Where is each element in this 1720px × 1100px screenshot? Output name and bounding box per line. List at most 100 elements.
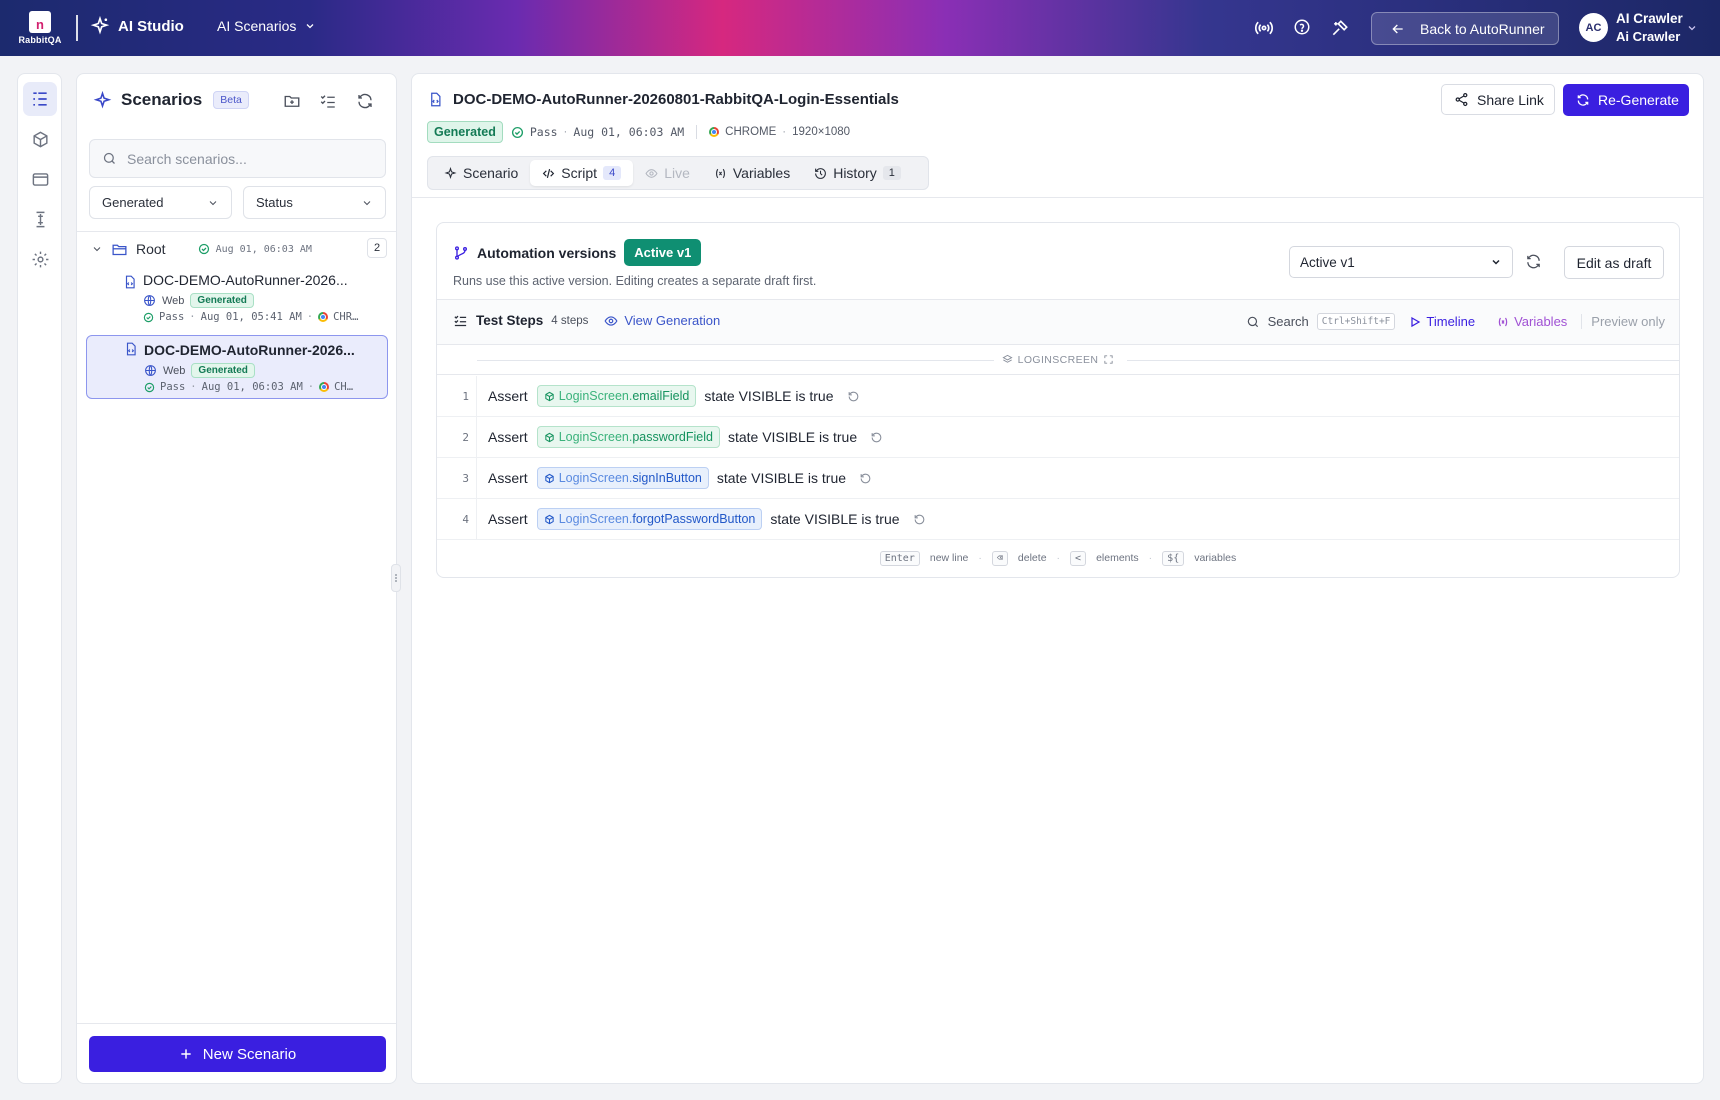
- divider: [76, 15, 78, 41]
- chevron-down-icon[interactable]: [1686, 22, 1698, 34]
- browser-label: CH…: [334, 381, 354, 393]
- chevron-down-icon: [304, 20, 316, 32]
- tab-variables[interactable]: Variables: [702, 160, 802, 186]
- chevron-down-icon[interactable]: [91, 243, 103, 255]
- separator-dot: ·: [1056, 552, 1061, 564]
- share-link-label: Share Link: [1477, 91, 1544, 108]
- step-action: Assert: [488, 388, 528, 404]
- test-step-row[interactable]: 4 Assert LoginScreen.forgotPasswordButto…: [437, 499, 1679, 540]
- tab-script[interactable]: Script 4: [530, 160, 634, 186]
- separator-dot: ·: [306, 311, 314, 323]
- step-number: 1: [437, 376, 477, 416]
- edit-as-draft-button[interactable]: Edit as draft: [1564, 246, 1664, 279]
- root-count: 2: [367, 238, 387, 258]
- element-chip[interactable]: LoginScreen.signInButton: [536, 467, 709, 489]
- tab-label: Script: [561, 165, 598, 181]
- hint-key: Enter: [879, 550, 920, 566]
- resolution-label: 1920×1080: [792, 126, 851, 138]
- chevron-down-icon: [1490, 256, 1502, 268]
- test-step-row[interactable]: 2 Assert LoginScreen.passwordField state…: [437, 417, 1679, 458]
- editor-hints: Enter new line · ⌫ delete · < elements ·…: [437, 539, 1679, 577]
- element-chip[interactable]: LoginScreen.passwordField: [536, 426, 720, 448]
- test-steps-title: Test Steps: [476, 313, 544, 328]
- tools-icon[interactable]: [1330, 18, 1350, 38]
- share-link-button[interactable]: Share Link: [1441, 84, 1555, 115]
- expand-icon[interactable]: [1103, 354, 1114, 365]
- sparkle-icon: [93, 90, 112, 110]
- type-filter-select[interactable]: Generated: [89, 186, 232, 219]
- tab-label: History: [833, 165, 877, 181]
- scenario-item-selected[interactable]: DOC-DEMO-AutoRunner-2026... Web Generate…: [86, 335, 388, 399]
- chrome-icon: [319, 382, 330, 392]
- undo-icon[interactable]: [913, 513, 926, 526]
- new-folder-icon[interactable]: [283, 92, 301, 110]
- pass-check-icon: [143, 312, 154, 323]
- root-folder[interactable]: Root Aug 01, 06:03 AM 2: [91, 238, 387, 260]
- undo-icon[interactable]: [870, 431, 883, 444]
- tab-history[interactable]: History 1: [802, 160, 913, 186]
- undo-icon[interactable]: [859, 472, 872, 485]
- hint-label: elements: [1096, 552, 1139, 564]
- hint-key: <: [1070, 550, 1087, 566]
- ai-studio-title[interactable]: AI Studio: [90, 16, 184, 36]
- test-step-row[interactable]: 3 Assert LoginScreen.signInButton state …: [437, 458, 1679, 499]
- generated-badge: Generated: [190, 293, 254, 308]
- scenario-item[interactable]: DOC-DEMO-AutoRunner-2026... Web Generate…: [86, 268, 388, 332]
- user-menu[interactable]: AI Crawler Ai Crawler: [1616, 10, 1683, 46]
- element-chip[interactable]: LoginScreen.forgotPasswordButton: [536, 508, 763, 530]
- search-steps-button[interactable]: Search: [1268, 314, 1309, 329]
- scenarios-list-icon[interactable]: [23, 82, 57, 116]
- settings-icon[interactable]: [23, 242, 57, 276]
- separator-dot: ·: [189, 311, 196, 323]
- broadcast-icon[interactable]: [1254, 18, 1274, 38]
- cube-icon[interactable]: [23, 122, 57, 156]
- logo-text: RabbitQA: [18, 35, 62, 45]
- element-chip[interactable]: LoginScreen.emailField: [536, 385, 697, 407]
- view-generation-link[interactable]: View Generation: [604, 313, 720, 328]
- scenario-title: DOC-DEMO-AutoRunner-2026...: [143, 272, 348, 288]
- undo-icon[interactable]: [847, 390, 860, 403]
- resize-handle[interactable]: [391, 564, 401, 592]
- regenerate-button[interactable]: Re-Generate: [1563, 84, 1689, 116]
- status-filter-select[interactable]: Status: [243, 186, 386, 219]
- rabbitqa-logo[interactable]: n RabbitQA: [17, 11, 63, 47]
- type-filter-value: Generated: [102, 195, 164, 210]
- browser-icon[interactable]: [23, 162, 57, 196]
- separator-dot: ·: [307, 381, 315, 393]
- refresh-icon[interactable]: [356, 92, 374, 110]
- avatar[interactable]: AC: [1579, 13, 1608, 42]
- version-select[interactable]: Active v1: [1289, 246, 1513, 278]
- separator-dot: ·: [190, 381, 197, 393]
- step-assertion: state VISIBLE is true: [727, 429, 858, 445]
- steps-count: 4 steps: [551, 314, 589, 327]
- run-time: Aug 01, 06:03 AM: [201, 381, 303, 393]
- refresh-icon[interactable]: [1525, 253, 1542, 270]
- folder-icon: [111, 241, 128, 258]
- scenarios-panel: Scenarios Beta Generated Status Root Aug…: [76, 73, 397, 1084]
- view-generation-label: View Generation: [624, 313, 721, 328]
- arrow-left-icon: [1390, 21, 1406, 37]
- help-icon[interactable]: [1293, 18, 1311, 36]
- automation-header: Automation versions Active v1: [453, 239, 702, 266]
- nav-rail: [17, 73, 62, 1084]
- chevron-down-icon: [207, 197, 219, 209]
- search-icon[interactable]: [1246, 315, 1260, 329]
- new-scenario-button[interactable]: New Scenario: [89, 1036, 386, 1072]
- screen-label[interactable]: LOGINSCREEN: [993, 353, 1123, 366]
- regenerate-label: Re-Generate: [1598, 92, 1679, 108]
- timeline-button[interactable]: Timeline: [1409, 314, 1475, 329]
- search-field[interactable]: [89, 139, 386, 178]
- agent-icon[interactable]: [23, 202, 57, 236]
- panel-title: Scenarios: [121, 90, 203, 109]
- scenario-title-row: DOC-DEMO-AutoRunner-20260801-RabbitQA-Lo…: [428, 91, 899, 108]
- back-to-autorunner-button[interactable]: Back to AutoRunner: [1371, 12, 1559, 45]
- section-menu[interactable]: AI Scenarios: [217, 18, 316, 34]
- test-step-row[interactable]: 1 Assert LoginScreen.emailField state VI…: [437, 376, 1679, 417]
- search-input[interactable]: [127, 150, 367, 167]
- checklist-icon[interactable]: [319, 92, 337, 110]
- element-name: forgotPasswordButton: [632, 512, 756, 526]
- tab-scenario[interactable]: Scenario: [432, 160, 530, 186]
- tab-live[interactable]: Live: [633, 160, 702, 186]
- step-action: Assert: [488, 429, 528, 445]
- variables-button[interactable]: Variables: [1497, 314, 1567, 329]
